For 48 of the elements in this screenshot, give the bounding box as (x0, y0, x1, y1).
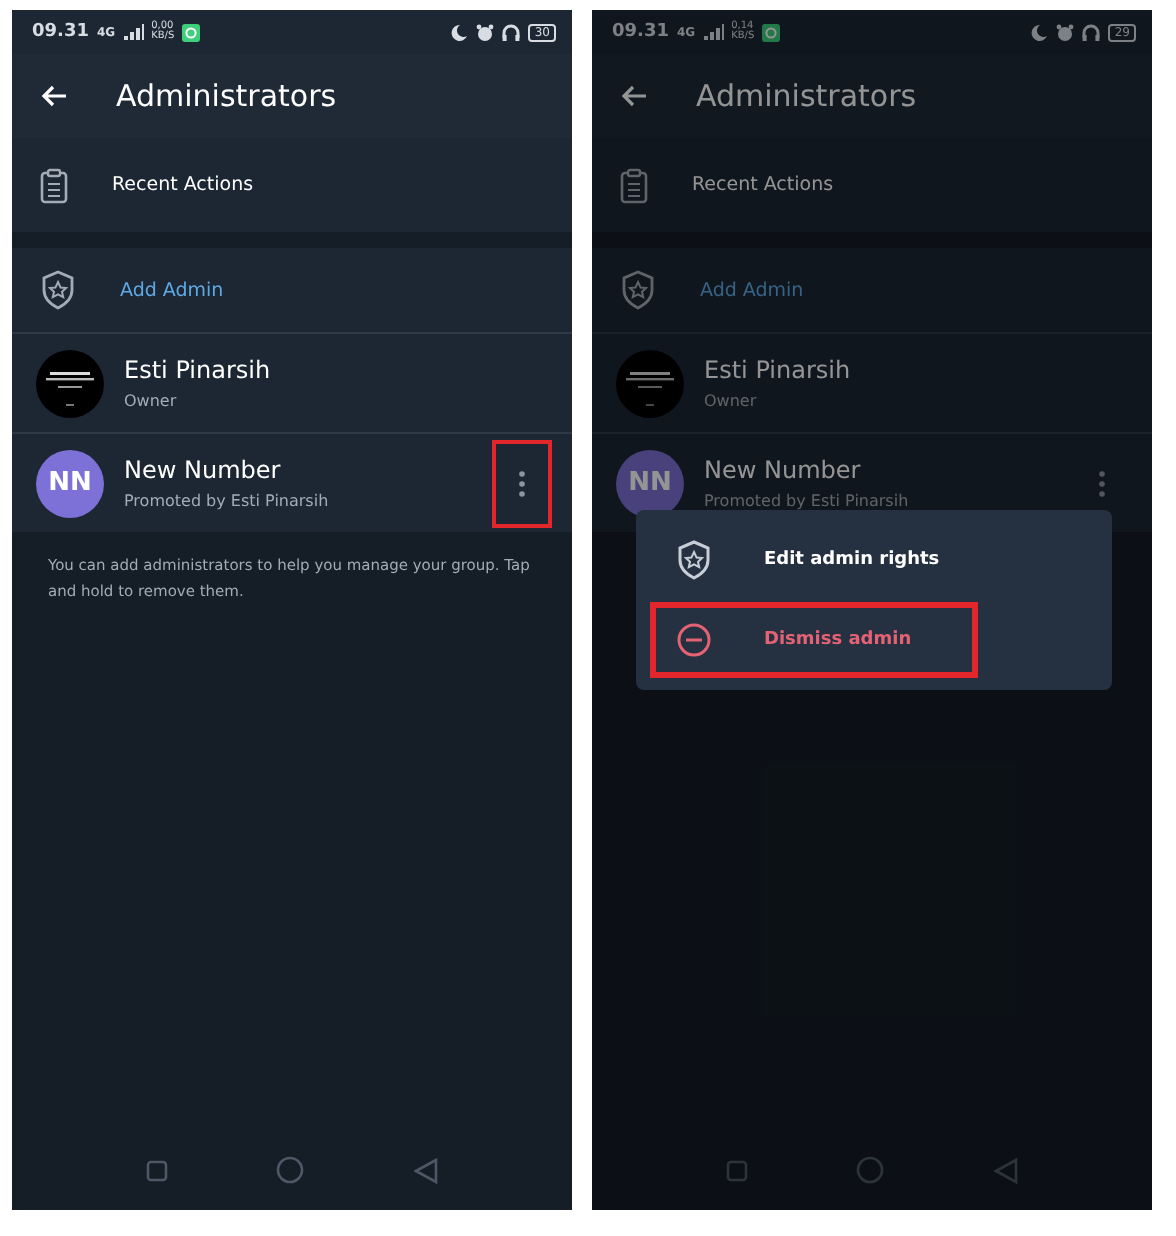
shield-star-icon (40, 270, 76, 310)
more-options-button[interactable] (492, 439, 552, 527)
admin-row[interactable]: Esti Pinarsih Owner (12, 332, 572, 432)
avatar: NN (36, 449, 104, 517)
add-admin-item[interactable]: Add Admin (120, 279, 224, 301)
headphones-icon (502, 23, 521, 41)
kebab-icon (518, 469, 526, 497)
admin-role: Owner (124, 392, 179, 410)
avatar: NN (616, 449, 684, 517)
shield-star-icon (676, 540, 712, 580)
admin-row[interactable]: NN New Number Promoted by Esti Pinarsih (12, 432, 572, 532)
signal-icon (123, 24, 144, 40)
square-nav-icon[interactable] (726, 1159, 749, 1181)
triangle-nav-icon[interactable] (413, 1157, 438, 1183)
alarm-icon (1056, 23, 1075, 41)
app-icon (762, 23, 781, 41)
recent-actions-item[interactable]: Recent Actions (112, 174, 254, 196)
app-icon (182, 23, 201, 41)
alarm-icon (476, 23, 495, 41)
signal-icon (703, 24, 724, 40)
recent-actions-item[interactable]: Recent Actions (692, 174, 834, 196)
back-arrow-icon[interactable] (620, 84, 648, 108)
triangle-nav-icon[interactable] (993, 1157, 1018, 1183)
minus-circle-icon (676, 622, 712, 658)
circle-nav-icon[interactable] (856, 1156, 885, 1184)
admin-row[interactable]: Esti Pinarsih Owner (592, 332, 1152, 432)
shield-star-icon (620, 270, 656, 310)
kebab-icon (1098, 469, 1106, 497)
status-time: 09.31 (32, 22, 89, 42)
admin-role: Owner (704, 392, 759, 410)
clipboard-icon (620, 167, 648, 203)
moon-icon (1030, 23, 1049, 41)
square-nav-icon[interactable] (146, 1159, 169, 1181)
admin-role: Promoted by Esti Pinarsih (124, 492, 331, 510)
admin-name: New Number (124, 456, 283, 484)
admin-name: Esti Pinarsih (124, 356, 273, 384)
admin-name: Esti Pinarsih (704, 356, 853, 384)
menu-item[interactable]: Dismiss admin (650, 602, 978, 678)
screen-title: Administrators (116, 78, 337, 114)
headphones-icon (1082, 23, 1101, 41)
circle-nav-icon[interactable] (276, 1156, 305, 1184)
admin-role: Promoted by Esti Pinarsih (704, 492, 911, 510)
admin-name: New Number (704, 456, 863, 484)
screen-title: Administrators (696, 78, 917, 114)
moon-icon (450, 23, 469, 41)
status-time: 09.31 (612, 22, 669, 42)
clipboard-icon (40, 167, 68, 203)
back-arrow-icon[interactable] (40, 84, 68, 108)
